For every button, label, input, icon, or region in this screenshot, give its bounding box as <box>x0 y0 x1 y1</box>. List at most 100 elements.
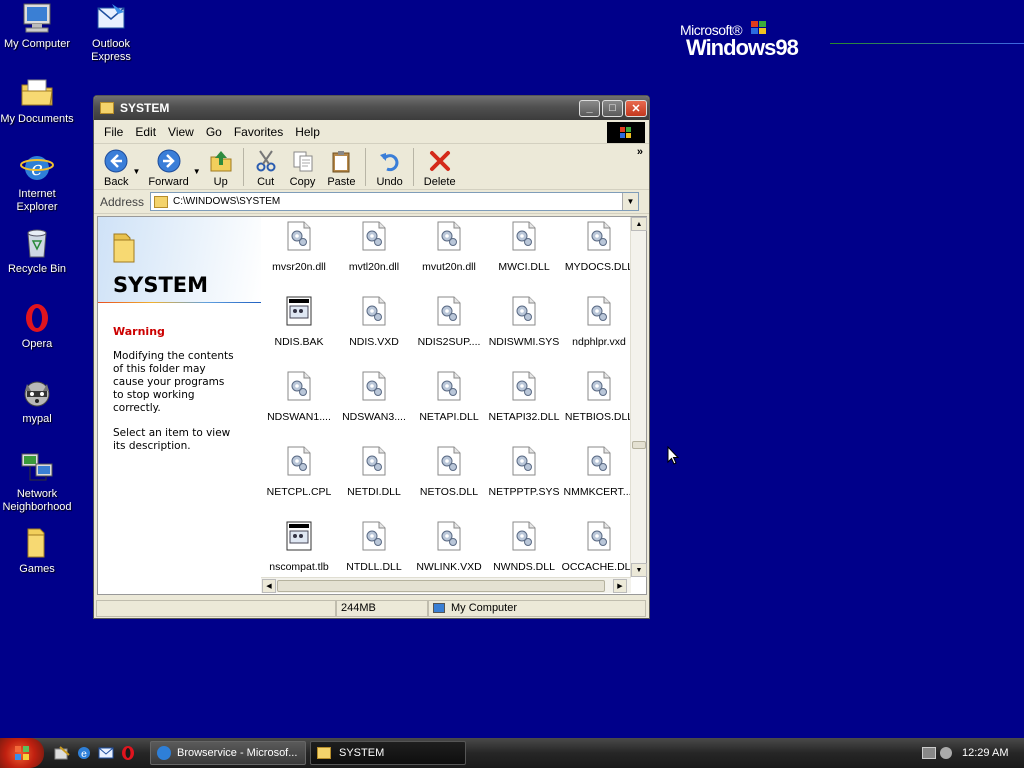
taskbar-button-label: Browservice - Microsof... <box>177 747 298 759</box>
file-item[interactable]: NDIS.VXD <box>336 296 412 348</box>
file-item[interactable]: NDSWAN1.... <box>261 371 337 423</box>
file-item[interactable]: NETOS.DLL <box>411 446 487 498</box>
back-button[interactable]: Back <box>98 146 134 188</box>
file-item[interactable]: NMMKCERT.... <box>561 446 631 498</box>
address-dropdown-icon[interactable]: ▼ <box>622 193 638 210</box>
system-file-gear-icon <box>586 446 612 476</box>
file-item[interactable]: NETBIOS.DLL <box>561 371 631 423</box>
file-item[interactable]: NTDLL.DLL <box>336 521 412 573</box>
file-item[interactable]: NETAPI.DLL <box>411 371 487 423</box>
scroll-left-arrow-icon[interactable]: ◀ <box>262 579 276 593</box>
minimize-button[interactable]: _ <box>579 99 600 117</box>
file-item[interactable]: NDIS2SUP.... <box>411 296 487 348</box>
quicklaunch-outlook-express-icon[interactable] <box>96 743 116 763</box>
folder-icon <box>317 747 331 759</box>
back-dropdown-icon[interactable]: ▼ <box>132 167 140 176</box>
file-item[interactable]: OCCACHE.DLL <box>561 521 631 573</box>
desktop-icon-network-neighborhood[interactable]: Network Neighborhood <box>0 452 74 514</box>
menu-help[interactable]: Help <box>289 125 326 139</box>
system-file-gear-icon <box>511 221 537 251</box>
desktop-icon-my-computer[interactable]: My Computer <box>0 2 74 51</box>
file-item[interactable]: NDSWAN3.... <box>336 371 412 423</box>
copy-button[interactable]: Copy <box>284 146 322 188</box>
quicklaunch-opera-icon[interactable] <box>118 743 138 763</box>
warning-text-line: of this folder may <box>113 363 206 375</box>
desktop-icon-my-documents[interactable]: My Documents <box>0 77 74 126</box>
warning-text-line: to stop working <box>113 389 195 401</box>
undo-button[interactable]: Undo <box>370 146 408 188</box>
windows98-logo: Microsoft® Windows98 <box>680 21 1024 60</box>
internet-explorer-icon <box>157 746 171 760</box>
tray-clock[interactable]: 12:29 AM <box>962 747 1008 759</box>
explorer-window[interactable]: SYSTEM _ □ ✕ File Edit View Go Favorites… <box>93 95 650 619</box>
up-button[interactable]: Up <box>203 146 239 188</box>
desktop-icon-label: My Computer <box>3 38 71 50</box>
horizontal-scroll-thumb[interactable] <box>277 580 605 592</box>
document-file-icon <box>286 296 312 326</box>
tray-volume-icon[interactable] <box>940 747 952 759</box>
vertical-scroll-thumb[interactable] <box>632 441 646 449</box>
scroll-down-arrow-icon[interactable]: ▼ <box>631 563 647 577</box>
quicklaunch-show-desktop-icon[interactable] <box>52 743 72 763</box>
file-item[interactable]: NDIS.BAK <box>261 296 337 348</box>
forward-button[interactable]: Forward <box>142 146 194 188</box>
file-name: NTDLL.DLL <box>346 561 402 573</box>
maximize-button[interactable]: □ <box>602 99 623 117</box>
delete-button[interactable]: Delete <box>418 146 462 188</box>
desktop-icon-mypal[interactable]: mypal <box>0 377 74 426</box>
system-file-gear-icon <box>511 446 537 476</box>
file-item[interactable]: NETPPTP.SYS <box>486 446 562 498</box>
cut-button[interactable]: Cut <box>248 146 284 188</box>
menu-view[interactable]: View <box>162 125 200 139</box>
desktop-icon-label: Opera <box>21 338 53 350</box>
paste-button[interactable]: Paste <box>321 146 361 188</box>
file-item[interactable]: mvsr20n.dll <box>261 221 337 273</box>
status-zone: My Computer <box>428 599 646 617</box>
horizontal-scrollbar[interactable]: ◀ ▶ <box>261 577 631 593</box>
desktop-icon-opera[interactable]: Opera <box>0 302 74 351</box>
file-item[interactable]: MYDOCS.DLL <box>561 221 631 273</box>
desktop-icon-internet-explorer[interactable]: e Internet Explorer <box>0 152 74 214</box>
menu-file[interactable]: File <box>98 125 129 139</box>
file-item[interactable]: NWLINK.VXD <box>411 521 487 573</box>
forward-dropdown-icon[interactable]: ▼ <box>193 167 201 176</box>
close-button[interactable]: ✕ <box>625 99 647 117</box>
file-item[interactable]: NETCPL.CPL <box>261 446 337 498</box>
file-item[interactable]: NETAPI32.DLL <box>486 371 562 423</box>
file-item[interactable]: ndphlpr.vxd <box>561 296 631 348</box>
file-item[interactable]: MWCI.DLL <box>486 221 562 273</box>
menu-go[interactable]: Go <box>200 125 228 139</box>
tray-network-icon[interactable] <box>922 747 936 759</box>
file-name: MWCI.DLL <box>498 261 550 273</box>
start-button[interactable] <box>0 738 44 768</box>
menu-favorites[interactable]: Favorites <box>228 125 289 139</box>
file-item[interactable]: NDISWMI.SYS <box>486 296 562 348</box>
vertical-scrollbar[interactable]: ▲ ▼ <box>630 217 647 577</box>
toolbar-overflow-chevron-icon[interactable]: » <box>637 146 643 158</box>
file-item[interactable]: nscompat.tlb <box>261 521 337 573</box>
file-name: NWNDS.DLL <box>493 561 555 573</box>
back-label: Back <box>104 175 129 188</box>
file-item[interactable]: NWNDS.DLL <box>486 521 562 573</box>
folder-icon <box>154 195 169 208</box>
menu-bar: File Edit View Go Favorites Help <box>94 120 649 144</box>
menu-edit[interactable]: Edit <box>129 125 162 139</box>
copy-label: Copy <box>289 175 316 188</box>
scroll-up-arrow-icon[interactable]: ▲ <box>631 217 647 231</box>
file-item[interactable]: mvtl20n.dll <box>336 221 412 273</box>
desktop-icon-recycle-bin[interactable]: Recycle Bin <box>0 227 74 276</box>
desktop-icon-label: Games <box>19 563 55 575</box>
address-input[interactable]: C:\WINDOWS\SYSTEM ▼ <box>150 192 639 211</box>
windows-flag-icon <box>750 20 768 36</box>
svg-text:e: e <box>81 749 87 760</box>
file-name: mvut20n.dll <box>422 261 476 273</box>
file-item[interactable]: NETDI.DLL <box>336 446 412 498</box>
scroll-right-arrow-icon[interactable]: ▶ <box>613 579 627 593</box>
desktop-icon-outlook-express[interactable]: Outlook Express <box>74 2 148 64</box>
window-titlebar[interactable]: SYSTEM _ □ ✕ <box>94 96 649 120</box>
quicklaunch-internet-explorer-icon[interactable]: e <box>74 743 94 763</box>
file-item[interactable]: mvut20n.dll <box>411 221 487 273</box>
desktop-icon-games[interactable]: Games <box>0 527 74 576</box>
taskbar-button-browservice[interactable]: Browservice - Microsof... <box>150 741 306 765</box>
taskbar-button-system[interactable]: SYSTEM <box>310 741 466 765</box>
